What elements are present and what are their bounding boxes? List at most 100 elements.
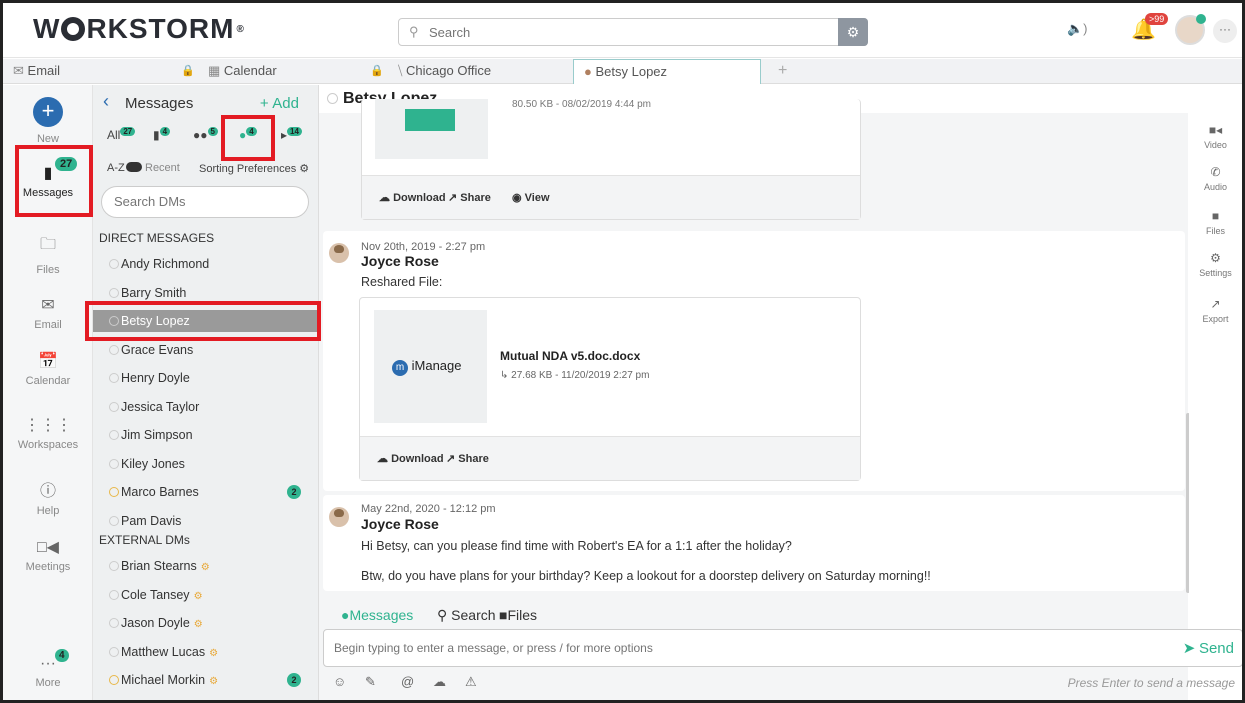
external-dm-item[interactable]: Jason Doyle ⚙ (109, 612, 314, 634)
file-preview[interactable] (375, 99, 488, 159)
view-button[interactable]: ◉ View (512, 191, 550, 204)
rail-more[interactable]: ··· 4 More (3, 649, 93, 689)
search-input[interactable] (429, 23, 829, 41)
workspace-icon: ⧹ (398, 63, 403, 78)
file-name[interactable]: Mutual NDA v5.doc.docx (500, 349, 640, 363)
filter-channels[interactable]: ▮ 4 (153, 127, 171, 142)
add-tab-button[interactable]: + (768, 59, 798, 84)
rail-messages[interactable]: ▮ 27 Messages (3, 157, 93, 199)
dm-name: Cole Tansey (121, 587, 190, 602)
dm-name: Grace Evans (121, 342, 194, 357)
global-search[interactable]: ⚲ ⚙ (398, 18, 868, 46)
messages-panel: ‹ Messages + Add All 27 ▮ 4 ●● 5 ● 4 ▸ 14 A-Z… (93, 85, 319, 700)
dm-item[interactable]: Andy Richmond (109, 253, 314, 275)
dm-item[interactable]: Barry Smith (109, 282, 314, 304)
workstorm-logo[interactable]: W RKSTORM ® (33, 13, 245, 45)
rail-label: Email (34, 319, 62, 331)
tab-email[interactable]: ✉ Email 🔒 (3, 59, 195, 84)
direct-messages-header: DIRECT MESSAGES (99, 231, 215, 245)
rail-label: Settings (1199, 268, 1232, 278)
download-button[interactable]: ☁ Download (377, 452, 444, 465)
dm-item[interactable]: Jim Simpson (109, 424, 314, 446)
share-button[interactable]: ↗ Share (446, 452, 489, 465)
tab-betsy-lopez[interactable]: ● Betsy Lopez (573, 59, 761, 84)
search-dms[interactable] (101, 186, 309, 218)
tab-calendar[interactable]: ▦ Calendar 🔒 (198, 59, 384, 84)
external-dm-item[interactable]: Brian Stearns ⚙ (109, 555, 314, 577)
download-button[interactable]: ☁ Download (379, 191, 446, 204)
share-button[interactable]: ↗ Share (448, 191, 491, 204)
share-icon: ↗ (446, 453, 456, 465)
rail-label: New (36, 133, 59, 145)
rail-calendar[interactable]: 📅 Calendar (3, 351, 93, 387)
volume-icon[interactable]: 🔈) (1067, 21, 1088, 37)
sort-az[interactable]: A-Z (107, 162, 125, 174)
external-dm-item[interactable]: Cole Tansey ⚙ (109, 584, 314, 606)
rail-files[interactable]: ■ Files (1189, 209, 1242, 236)
tab-label: Email (27, 63, 61, 78)
rail-email[interactable]: ✉ Email (3, 295, 93, 331)
tab-chicago-office[interactable]: ⧹ Chicago Office (388, 59, 568, 84)
filter-direct[interactable]: ● 4 (239, 127, 257, 142)
search-dms-input[interactable] (114, 194, 294, 209)
rail-label: Audio (1203, 182, 1228, 192)
panel-title: Messages (125, 95, 194, 112)
pen-icon[interactable]: ✎ (365, 674, 376, 690)
tab-messages[interactable]: ●Messages (341, 607, 413, 623)
send-button[interactable]: ➤ Send (1183, 639, 1234, 657)
message-input[interactable] (334, 641, 1134, 655)
dm-name: Betsy Lopez (121, 314, 190, 328)
sorting-preferences[interactable]: Sorting Preferences ⚙ (199, 162, 309, 175)
phone-icon: ✆ (1210, 165, 1221, 179)
dm-item[interactable]: Betsy Lopez (93, 310, 319, 332)
sort-toggle[interactable] (126, 162, 142, 172)
dm-item[interactable]: Kiley Jones (109, 453, 314, 475)
filter-broadcast[interactable]: ▸ 14 (281, 127, 302, 142)
rail-files[interactable]: 🗀 Files (3, 233, 93, 276)
rail-video[interactable]: ■◂ Video (1189, 123, 1242, 150)
add-button[interactable]: + Add (260, 95, 299, 112)
external-dm-item[interactable]: Matthew Lucas ⚙ (109, 641, 314, 663)
folder-icon: 🗀 (39, 236, 56, 253)
file-preview[interactable]: m iManage (374, 310, 487, 423)
dm-item[interactable]: Grace Evans (109, 339, 314, 361)
filter-all[interactable]: All 27 (107, 127, 136, 142)
message-composer[interactable]: ➤ Send (323, 629, 1242, 667)
rail-new[interactable]: + New (3, 97, 93, 145)
emoji-icon[interactable]: ☺ (333, 674, 346, 689)
video-meeting-icon: □◀ (37, 539, 59, 556)
cloud-upload-icon[interactable]: ☁ (433, 674, 446, 690)
rail-help[interactable]: ⓘ Help (3, 477, 93, 517)
mention-icon[interactable]: @ (401, 674, 414, 689)
more-options-icon[interactable]: ··· (1213, 19, 1237, 43)
alert-icon[interactable]: ⚠ (465, 674, 477, 690)
dm-item[interactable]: Marco Barnes 2 (109, 481, 314, 503)
rail-meetings[interactable]: □◀ Meetings (3, 537, 93, 573)
message-timestamp: May 22nd, 2020 - 12:12 pm (361, 503, 496, 515)
tab-files[interactable]: ■Files (499, 607, 537, 623)
lock-icon: 🔒 (181, 65, 195, 77)
presence-status-icon (109, 344, 119, 355)
messages-panel-header: ‹ Messages + Add (93, 85, 319, 121)
filter-groups[interactable]: ●● 5 (193, 127, 218, 142)
folder-icon: ■ (1211, 209, 1220, 223)
rail-export[interactable]: ↗ Export (1189, 297, 1242, 324)
sorting-preferences-label: Sorting Preferences (199, 163, 297, 175)
notifications-bell-icon[interactable]: 🔔 >99 (1131, 13, 1169, 43)
sort-recent[interactable]: Recent (145, 162, 180, 174)
tab-search[interactable]: ⚲ Search (437, 607, 496, 624)
app-window: WRKSTORM® ⚲ ⚙ 🔈) 🔔>99 ··· ✉ Email 🔒 ▦ Cal… (0, 0, 1245, 703)
user-avatar[interactable] (1175, 14, 1206, 45)
presence-status-icon (109, 430, 119, 440)
rail-audio[interactable]: ✆ Audio (1189, 165, 1242, 192)
external-dm-item[interactable]: Michael Morkin ⚙ 2 (109, 669, 314, 691)
dm-item[interactable]: Pam Davis (109, 510, 314, 532)
rail-workspaces[interactable]: ⋮⋮⋮ Workspaces (3, 415, 93, 451)
back-chevron-icon[interactable]: ‹ (103, 91, 109, 112)
search-settings-icon[interactable]: ⚙ (838, 18, 868, 46)
dm-item[interactable]: Jessica Taylor (109, 396, 314, 418)
rail-settings[interactable]: ⚙ Settings (1189, 251, 1242, 278)
external-dms-header: EXTERNAL DMs (99, 533, 190, 547)
rail-label: Export (1202, 314, 1229, 324)
dm-item[interactable]: Henry Doyle (109, 367, 314, 389)
